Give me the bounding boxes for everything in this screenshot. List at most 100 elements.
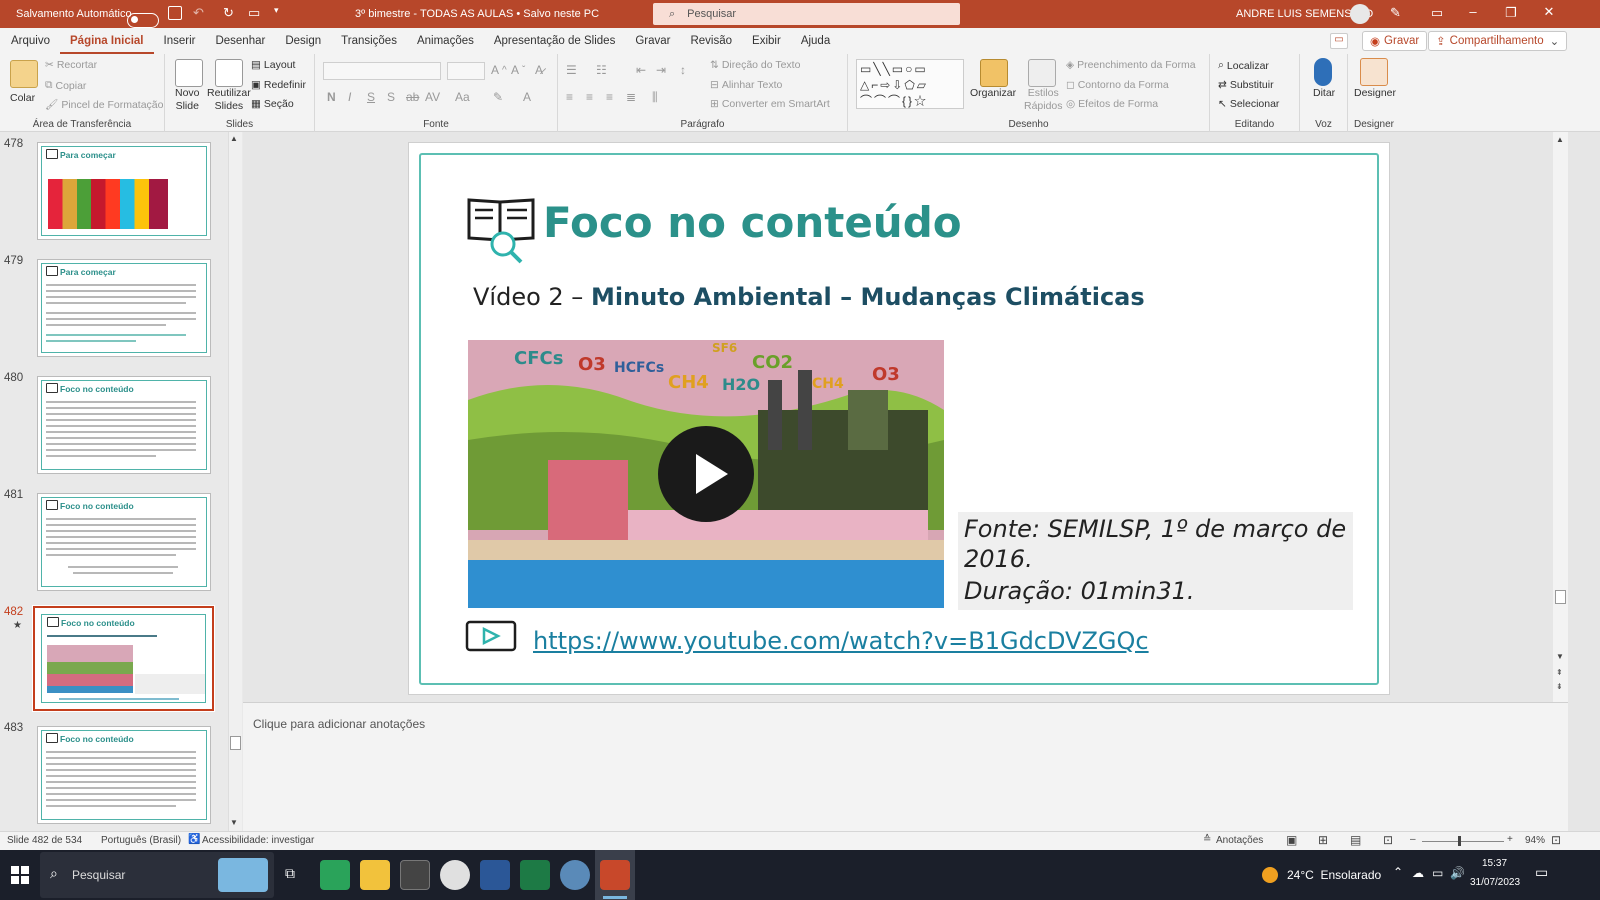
thumbnail-scrollbar[interactable]: ▲ ▼ bbox=[228, 132, 242, 831]
dictate-label[interactable]: Ditar bbox=[1313, 87, 1335, 100]
slide-subtitle[interactable]: Vídeo 2 – Minuto Ambiental – Mudanças Cl… bbox=[473, 283, 1145, 311]
zoom-slider[interactable] bbox=[1422, 841, 1504, 842]
minimize-icon[interactable]: – bbox=[1456, 4, 1490, 19]
slide-thumbnail-479[interactable]: Para começar bbox=[37, 259, 211, 357]
columns-icon[interactable]: ⫼ bbox=[652, 90, 658, 105]
scroll-thumb[interactable] bbox=[1555, 590, 1566, 604]
taskbar-search[interactable]: ⌕ Pesquisar bbox=[40, 852, 274, 898]
align-center-icon[interactable]: ≡ bbox=[586, 90, 593, 104]
onedrive-icon[interactable]: ☁ bbox=[1412, 866, 1424, 880]
word-icon[interactable] bbox=[480, 860, 510, 890]
redo-icon[interactable]: ↻ bbox=[223, 5, 234, 21]
slide-thumbnail-482[interactable]: Foco no conteúdo bbox=[32, 605, 215, 712]
designer-label[interactable]: Designer bbox=[1354, 87, 1396, 100]
scroll-up-icon[interactable]: ▲ bbox=[1556, 135, 1564, 144]
tab-apresentacao[interactable]: Apresentação de Slides bbox=[484, 28, 625, 54]
zoom-level[interactable]: 94% bbox=[1525, 835, 1545, 846]
quick-styles-label[interactable]: Estilos Rápidos bbox=[1024, 87, 1063, 113]
record-button[interactable]: ◉ Gravar bbox=[1362, 31, 1428, 51]
undo-icon[interactable]: ↶ bbox=[193, 5, 204, 21]
tab-exibir[interactable]: Exibir bbox=[742, 28, 791, 54]
maximize-icon[interactable]: ❐ bbox=[1494, 5, 1528, 21]
shapes-gallery[interactable]: ▭╲╲▭○▭ △⌐⇨⇩⬠▱ ⌒⌒⌒{}☆ bbox=[856, 59, 964, 109]
scroll-up-icon[interactable]: ▲ bbox=[230, 134, 238, 143]
arrange-icon[interactable] bbox=[980, 59, 1008, 87]
normal-view-icon[interactable]: ▣ bbox=[1286, 833, 1297, 847]
slideshow-icon[interactable]: ⊡ bbox=[1383, 833, 1393, 847]
next-slide-icon[interactable]: ⇟ bbox=[1556, 682, 1563, 691]
select-button[interactable]: ↖ Selecionar bbox=[1218, 98, 1279, 110]
windows-start-icon[interactable] bbox=[11, 866, 29, 884]
reuse-slides-label[interactable]: Reutilizar Slides bbox=[207, 87, 251, 113]
increase-indent-icon[interactable]: ⇥ bbox=[656, 63, 666, 77]
powerpoint-taskbar-slot[interactable] bbox=[595, 850, 635, 900]
align-right-icon[interactable]: ≡ bbox=[606, 90, 613, 104]
language[interactable]: Português (Brasil) bbox=[101, 835, 181, 846]
paste-label[interactable]: Colar bbox=[10, 92, 35, 105]
text-direction-button[interactable]: ⇅ Direção do Texto bbox=[710, 59, 800, 71]
smartart-button[interactable]: ⊞ Converter em SmartArt bbox=[710, 98, 830, 110]
bullets-icon[interactable]: ☰ bbox=[566, 63, 577, 77]
save-icon[interactable] bbox=[168, 6, 182, 20]
align-left-icon[interactable]: ≡ bbox=[566, 90, 573, 104]
thumbnail-pane[interactable]: 478 Para começar 479 Para começar 480 Fo… bbox=[0, 132, 243, 831]
scroll-down-icon[interactable]: ▼ bbox=[230, 818, 238, 827]
autosave-toggle[interactable] bbox=[127, 12, 159, 28]
document-title[interactable]: 3º bimestre - TODAS AS AULAS • Salvo nes… bbox=[355, 8, 599, 20]
bold-icon[interactable]: N bbox=[327, 90, 336, 104]
find-button[interactable]: ⌕ Localizar bbox=[1218, 59, 1269, 72]
designer-icon[interactable] bbox=[1360, 58, 1388, 86]
slide-sorter-icon[interactable]: ⊞ bbox=[1318, 833, 1328, 847]
decrease-indent-icon[interactable]: ⇤ bbox=[636, 63, 646, 77]
notes-toggle[interactable]: Anotações bbox=[1216, 835, 1263, 846]
tab-arquivo[interactable]: Arquivo bbox=[1, 28, 60, 54]
tab-revisao[interactable]: Revisão bbox=[680, 28, 742, 54]
scroll-down-icon[interactable]: ▼ bbox=[1556, 652, 1564, 661]
tab-design[interactable]: Design bbox=[275, 28, 331, 54]
slide-thumbnail-480[interactable]: Foco no conteúdo bbox=[37, 376, 211, 474]
previous-slide-icon[interactable]: ⇞ bbox=[1556, 668, 1563, 677]
slide-title[interactable]: Foco no conteúdo bbox=[543, 198, 962, 247]
scroll-thumb[interactable] bbox=[230, 736, 241, 750]
task-view-icon[interactable]: ⧉ bbox=[285, 865, 295, 882]
font-size-combo[interactable] bbox=[447, 62, 485, 80]
shape-effects-button[interactable]: ◎ Efeitos de Forma bbox=[1066, 98, 1158, 110]
customize-toolbar-icon[interactable]: ▾ bbox=[274, 5, 279, 16]
close-icon[interactable]: ✕ bbox=[1532, 4, 1566, 20]
new-slide-label[interactable]: Novo Slide bbox=[175, 87, 200, 113]
numbering-icon[interactable]: ☷ bbox=[596, 63, 607, 77]
italic-icon[interactable]: I bbox=[348, 90, 351, 104]
comments-icon[interactable]: ▭ bbox=[1330, 33, 1348, 49]
present-icon[interactable]: ▭ bbox=[248, 5, 260, 21]
format-painter-button[interactable]: 🖌 Pincel de Formatação bbox=[45, 98, 163, 112]
chevron-up-icon[interactable]: ⌃ bbox=[1393, 865, 1403, 879]
powerpoint-icon[interactable] bbox=[600, 860, 630, 890]
clock-date[interactable]: 31/07/2023 bbox=[1470, 877, 1520, 888]
shadow-icon[interactable]: S bbox=[387, 90, 395, 104]
copy-button[interactable]: ⧉ Copiar bbox=[45, 79, 86, 92]
tab-inserir[interactable]: Inserir bbox=[154, 28, 206, 54]
align-text-button[interactable]: ⊟ Alinhar Texto bbox=[710, 79, 782, 91]
edge-icon[interactable] bbox=[320, 860, 350, 890]
notification-icon[interactable]: ▭ bbox=[1535, 864, 1548, 881]
reuse-slides-icon[interactable] bbox=[215, 59, 243, 87]
quick-styles-icon[interactable] bbox=[1028, 59, 1056, 87]
underline-icon[interactable]: S bbox=[367, 90, 375, 104]
justify-icon[interactable]: ≣ bbox=[626, 90, 636, 104]
source-box[interactable]: Fonte: SEMILSP, 1º de março de 2016. Dur… bbox=[958, 512, 1353, 610]
decrease-font-icon[interactable]: Aˇ bbox=[511, 63, 525, 77]
zoom-out-icon[interactable]: – bbox=[1410, 834, 1416, 845]
cut-button[interactable]: ✂ Recortar bbox=[45, 59, 97, 71]
change-case-icon[interactable]: Aa bbox=[455, 90, 470, 104]
new-slide-icon[interactable] bbox=[175, 59, 203, 87]
tab-gravar[interactable]: Gravar bbox=[625, 28, 680, 54]
youtube-link[interactable]: https://www.youtube.com/watch?v=B1GdcDVZ… bbox=[533, 627, 1149, 655]
notes-pane[interactable]: Clique para adicionar anotações bbox=[243, 702, 1568, 831]
volume-icon[interactable]: 🔊 bbox=[1450, 866, 1465, 880]
chrome-icon[interactable] bbox=[440, 860, 470, 890]
strikethrough-icon[interactable]: ab bbox=[406, 90, 419, 104]
replace-button[interactable]: ⇄ Substituir bbox=[1218, 79, 1274, 91]
tab-pagina-inicial[interactable]: Página Inicial bbox=[60, 28, 154, 54]
pen-icon[interactable]: ✎ bbox=[1390, 5, 1401, 21]
weather-text[interactable]: 24°C Ensolarado bbox=[1287, 868, 1381, 882]
